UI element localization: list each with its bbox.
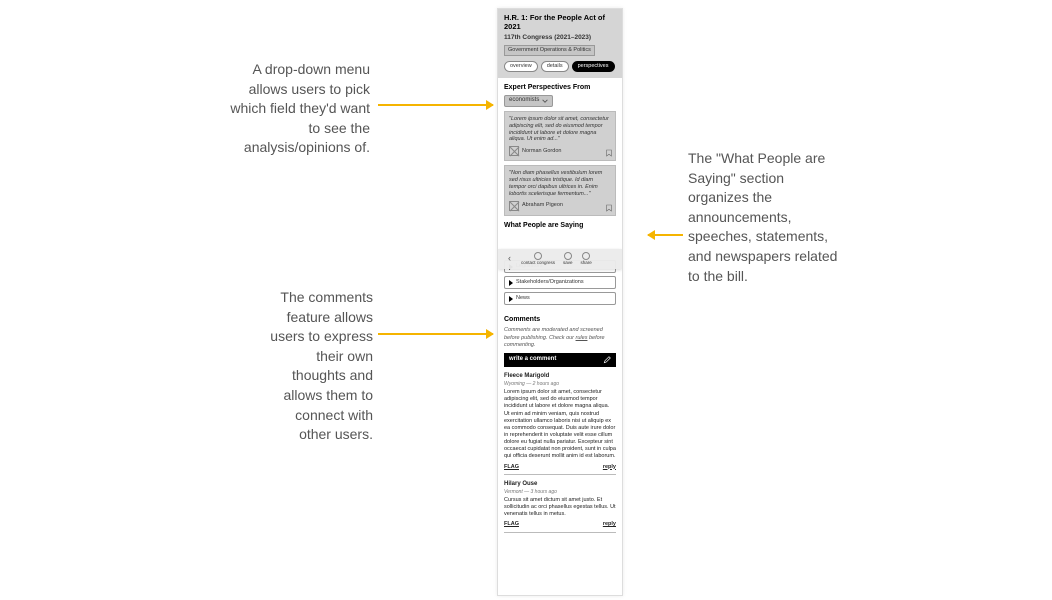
- perspectives-heading: Expert Perspectives From: [504, 83, 616, 92]
- arrow-icon: [648, 234, 683, 236]
- tab-overview[interactable]: overview: [504, 61, 538, 72]
- bill-title: H.R. 1: For the People Act of 2021: [504, 14, 616, 31]
- annotation-saying: The "What People are Saying" section org…: [688, 149, 843, 286]
- pencil-icon: [603, 356, 611, 364]
- contact-congress-button[interactable]: contact congress: [521, 252, 555, 266]
- tab-details[interactable]: details: [541, 61, 569, 72]
- annotation-comments: The comments feature allows users to exp…: [263, 288, 373, 445]
- avatar-placeholder-icon: [509, 201, 519, 211]
- expert-card[interactable]: "Lorem ipsum dolor sit amet, consectetur…: [504, 111, 616, 162]
- arrow-icon: [378, 333, 493, 335]
- circle-icon: [564, 252, 572, 260]
- expert-name: Abraham Pigeon: [522, 202, 563, 209]
- comment-body: Cursus sit amet dictum sit amet justo. E…: [504, 497, 616, 518]
- bookmark-icon[interactable]: [606, 149, 612, 157]
- comments-section: Comments Comments are moderated and scre…: [498, 310, 622, 537]
- reply-link[interactable]: reply: [603, 521, 616, 528]
- flag-link[interactable]: FLAG: [504, 521, 519, 528]
- tab-bar: overview details perspectives: [504, 61, 616, 72]
- comment-item: Fleece Marigold Wyoming — 2 hours ago Lo…: [504, 373, 616, 475]
- bookmark-icon[interactable]: [606, 204, 612, 212]
- save-button[interactable]: save: [563, 252, 573, 266]
- comments-note: Comments are moderated and screened befo…: [504, 327, 616, 348]
- perspectives-dropdown[interactable]: economists: [504, 95, 553, 107]
- share-button[interactable]: share: [581, 252, 592, 266]
- triangle-right-icon: [509, 296, 513, 302]
- floating-action-bar: ‹ contact congress save share: [498, 249, 622, 269]
- tab-perspectives[interactable]: perspectives: [572, 61, 615, 72]
- comment-item: Hilary Ouse Vermont — 3 hours ago Cursus…: [504, 481, 616, 533]
- reply-link[interactable]: reply: [603, 464, 616, 471]
- back-button[interactable]: ‹: [508, 253, 511, 265]
- congress-label: 117th Congress (2021–2023): [504, 34, 616, 42]
- category-chip: Government Operations & Politics: [504, 45, 595, 56]
- annotation-dropdown: A drop-down menu allows users to pick wh…: [230, 60, 370, 158]
- mobile-mockup: H.R. 1: For the People Act of 2021 117th…: [497, 8, 623, 596]
- bill-header: H.R. 1: For the People Act of 2021 117th…: [498, 9, 622, 78]
- arrow-icon: [378, 104, 493, 106]
- comment-body: Lorem ipsum dolor sit amet, consectetur …: [504, 389, 616, 460]
- saying-row-stakeholders[interactable]: Stakeholders/Organizations: [504, 276, 616, 289]
- triangle-right-icon: [509, 280, 513, 286]
- write-comment-button[interactable]: write a comment: [504, 353, 616, 367]
- comment-author: Hilary Ouse: [504, 481, 616, 489]
- flag-link[interactable]: FLAG: [504, 464, 519, 471]
- perspectives-section: Expert Perspectives From economists "Lor…: [498, 78, 622, 221]
- circle-icon: [534, 252, 542, 260]
- comment-author: Fleece Marigold: [504, 373, 616, 381]
- circle-icon: [582, 252, 590, 260]
- rules-link[interactable]: rules: [576, 335, 588, 341]
- expert-quote: "Non diam phasellus vestibulum lorem sed…: [509, 170, 611, 198]
- comments-heading: Comments: [504, 315, 616, 324]
- expert-quote: "Lorem ipsum dolor sit amet, consectetur…: [509, 116, 611, 144]
- expert-card[interactable]: "Non diam phasellus vestibulum lorem sed…: [504, 165, 616, 216]
- avatar-placeholder-icon: [509, 146, 519, 156]
- comment-meta: Vermont — 3 hours ago: [504, 489, 616, 496]
- chevron-down-icon: [542, 98, 548, 104]
- expert-name: Norman Gordon: [522, 148, 561, 155]
- dropdown-value: economists: [509, 97, 539, 105]
- saying-heading: What People are Saying: [504, 221, 616, 230]
- comment-meta: Wyoming — 2 hours ago: [504, 381, 616, 388]
- saying-row-news[interactable]: News: [504, 292, 616, 305]
